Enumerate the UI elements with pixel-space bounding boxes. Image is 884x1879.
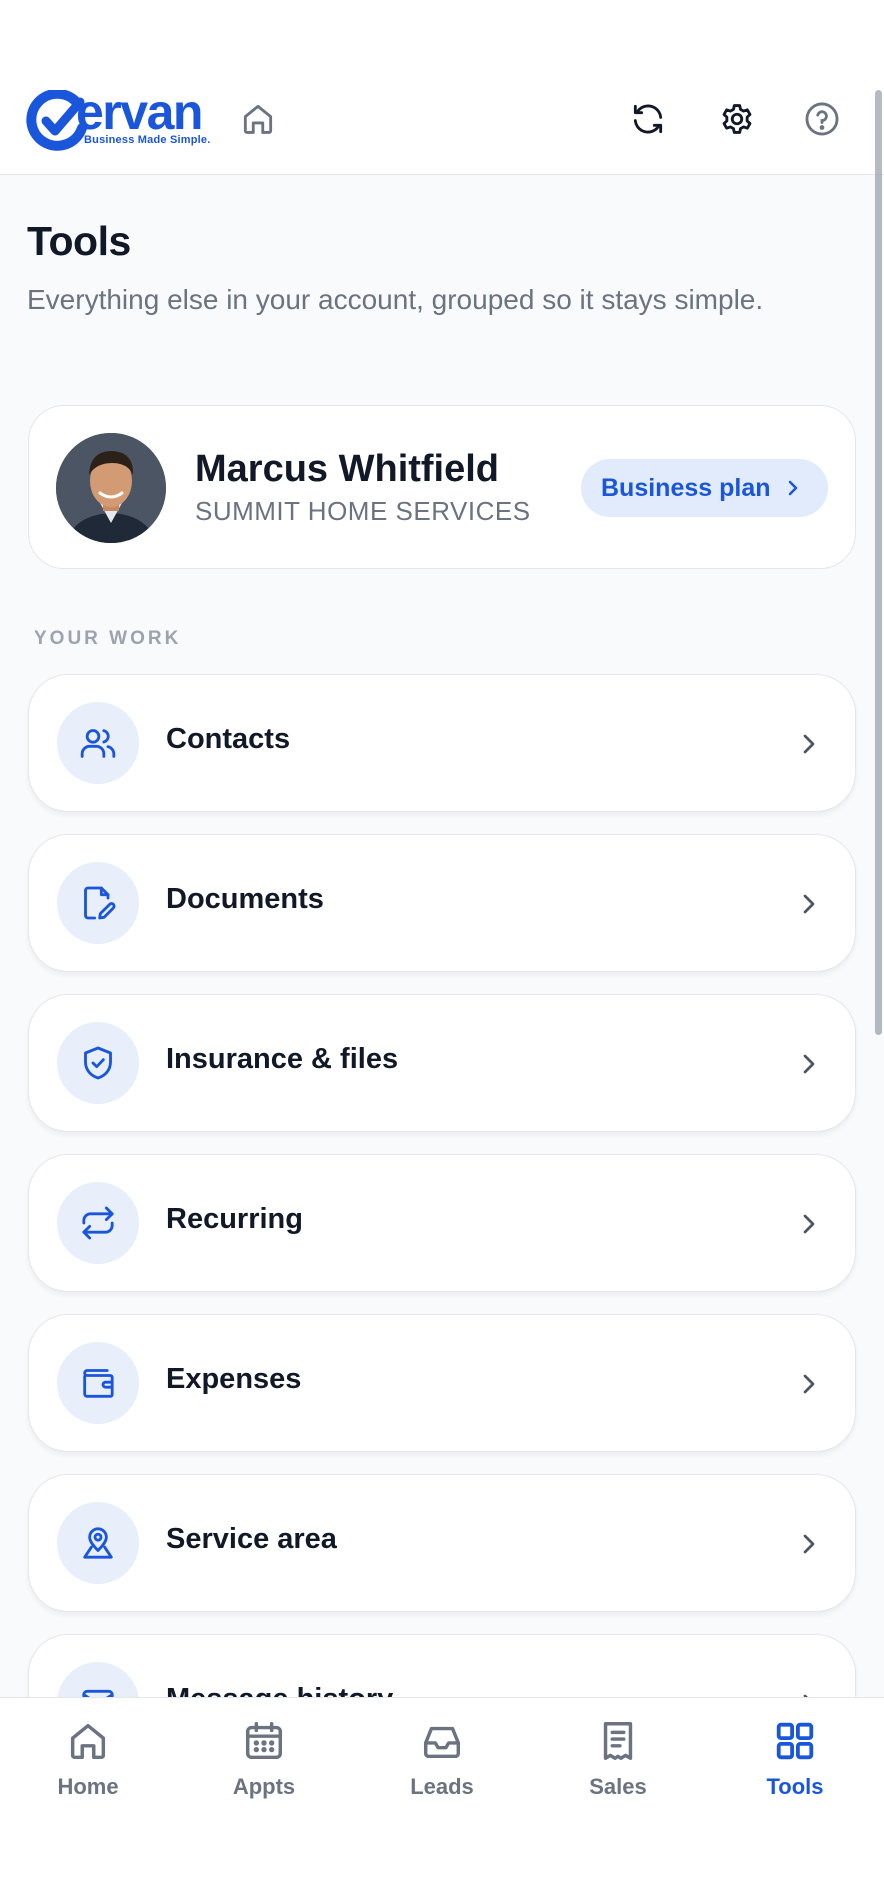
nav-appts[interactable]: Appts: [194, 1718, 334, 1818]
settings-button[interactable]: [713, 95, 761, 143]
settings-icon: [722, 104, 752, 134]
item-icon-wrap: [57, 862, 139, 944]
help-icon: [805, 102, 839, 136]
inbox-icon: [423, 1726, 461, 1759]
list-item-documents[interactable]: Documents: [28, 834, 856, 972]
list-item-label: Contacts: [166, 723, 291, 755]
item-icon-wrap: [57, 702, 139, 784]
grid-icon: [776, 1722, 814, 1760]
list-item-label: Insurance & files: [166, 1043, 399, 1075]
nav-label: Home: [57, 1774, 119, 1799]
list-item-label: Recurring: [166, 1203, 303, 1235]
users-icon: [80, 729, 116, 758]
list-item-contacts[interactable]: Contacts: [28, 674, 856, 812]
avatar: [56, 433, 166, 543]
list-item-recurring[interactable]: Recurring: [28, 1154, 856, 1292]
list-item-label: Service area: [166, 1523, 337, 1555]
receipt-icon: [603, 1722, 633, 1760]
item-icon-wrap: [57, 1502, 139, 1584]
list-item-service-area[interactable]: Service area: [28, 1474, 856, 1612]
avatar-image: [56, 433, 166, 543]
app-logo[interactable]: ervan Business Made Simple.: [26, 84, 212, 152]
nav-label: Appts: [232, 1774, 296, 1799]
home-icon: [70, 1723, 106, 1760]
list-item-expenses[interactable]: Expenses: [28, 1314, 856, 1452]
scrollbar[interactable]: [875, 90, 882, 1035]
shield-check-icon: [84, 1046, 112, 1080]
item-icon-wrap: [57, 1022, 139, 1104]
profile-name: Marcus Whitfield: [195, 448, 500, 490]
wallet-icon: [83, 1369, 114, 1398]
nav-label: Sales: [589, 1774, 647, 1799]
document-edit-icon: [84, 886, 116, 920]
nav-label: Tools: [766, 1774, 824, 1799]
page-title: Tools: [27, 218, 131, 264]
logo-wordmark: ervan: [76, 84, 203, 140]
chevron-right-icon: [803, 1534, 815, 1554]
repeat-icon: [82, 1206, 114, 1240]
chevron-right-icon: [803, 734, 815, 754]
logo-tagline: Business Made Simple.: [84, 134, 211, 146]
chevron-right-icon: [803, 1054, 815, 1074]
section-label: YOUR WORK: [34, 628, 182, 649]
chevron-right-icon: [803, 1214, 815, 1234]
nav-label: Leads: [410, 1774, 474, 1799]
profile-card[interactable]: Marcus Whitfield SUMMIT HOME SERVICES Bu…: [28, 405, 856, 569]
refresh-icon: [633, 104, 663, 134]
home-icon: [243, 104, 273, 134]
plan-label: Business plan: [601, 473, 771, 502]
calendar-icon: [245, 1722, 283, 1760]
bottom-nav: Home Appts Leads Sales Tools: [0, 1697, 884, 1879]
refresh-button[interactable]: [624, 95, 672, 143]
chevron-right-icon: [803, 1374, 815, 1394]
home-button[interactable]: [234, 95, 282, 143]
list-item-label: Expenses: [166, 1363, 302, 1395]
chevron-right-icon: [803, 894, 815, 914]
chevron-right-icon: [788, 480, 797, 496]
item-icon-wrap: [57, 1342, 139, 1424]
page-subtitle: Everything else in your account, grouped…: [27, 284, 764, 315]
item-icon-wrap: [57, 1182, 139, 1264]
list-item-insurance-files[interactable]: Insurance & files: [28, 994, 856, 1132]
nav-leads[interactable]: Leads: [372, 1718, 512, 1818]
profile-company: SUMMIT HOME SERVICES: [195, 496, 531, 526]
list-item-label: Documents: [166, 883, 324, 915]
top-bar: ervan Business Made Simple.: [0, 0, 884, 175]
map-pin-icon: [83, 1527, 113, 1559]
nav-tools[interactable]: Tools: [725, 1718, 865, 1818]
help-button[interactable]: [798, 95, 846, 143]
nav-sales[interactable]: Sales: [548, 1718, 688, 1818]
nav-home[interactable]: Home: [18, 1718, 158, 1818]
business-plan-button[interactable]: Business plan: [581, 459, 828, 517]
